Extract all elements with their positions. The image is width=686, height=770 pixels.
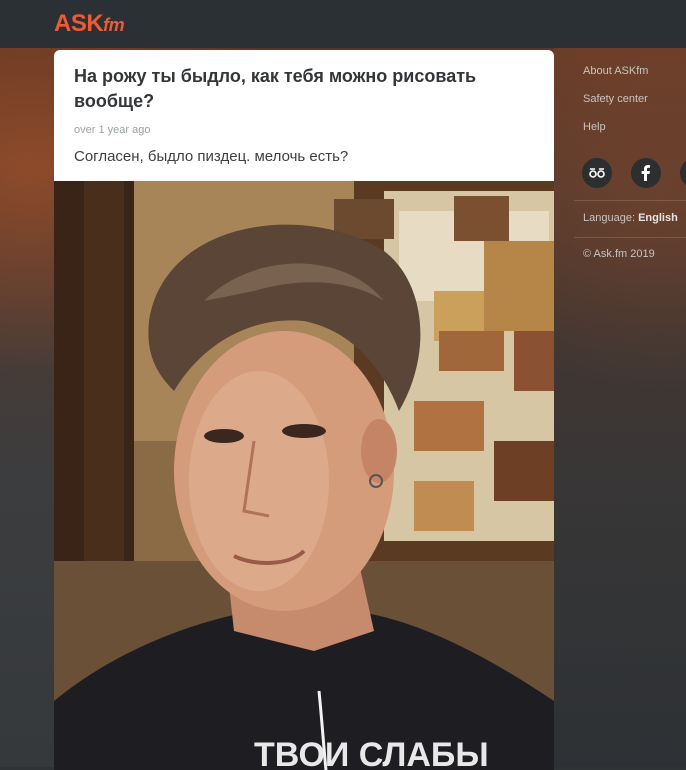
language-label: Language: [583,212,635,224]
post-time[interactable]: over 1 year ago [74,124,150,136]
twitter-icon[interactable] [680,158,686,188]
sidebar: About ASKfm Safety center Help [583,64,686,148]
copyright-text: © Ask.fm 2019 [583,248,655,260]
answer-text: Согласен, быдло пиздец. мелочь есть? [74,148,349,165]
top-navigation-bar: ASKfm [0,0,686,48]
sidebar-link-about[interactable]: About ASKfm [583,64,686,92]
sidebar-divider [574,200,686,201]
language-value[interactable]: English [638,212,678,224]
logo-ask-text: ASK [54,10,104,37]
facebook-icon[interactable] [631,158,661,188]
vk-icon[interactable] [582,158,612,188]
sidebar-link-help[interactable]: Help [583,120,686,148]
answer-card: На рожу ты быдло, как тебя можно рисоват… [54,50,554,770]
logo-fm-text: fm [103,15,125,35]
askfm-logo[interactable]: ASKfm [54,10,125,39]
question-text: На рожу ты быдло, как тебя можно рисоват… [74,66,477,111]
selfie-photo-illustration: ТВОИ СЛАБЫ [54,181,554,770]
language-selector[interactable]: Language: English [583,212,678,224]
answer-photo[interactable]: ТВОИ СЛАБЫ [54,181,554,770]
shirt-text: ТВОИ СЛАБЫ [254,736,489,770]
sidebar-divider-2 [574,237,686,238]
background-photo-right [554,48,686,767]
social-links [582,158,686,192]
sidebar-link-safety-center[interactable]: Safety center [583,92,686,120]
